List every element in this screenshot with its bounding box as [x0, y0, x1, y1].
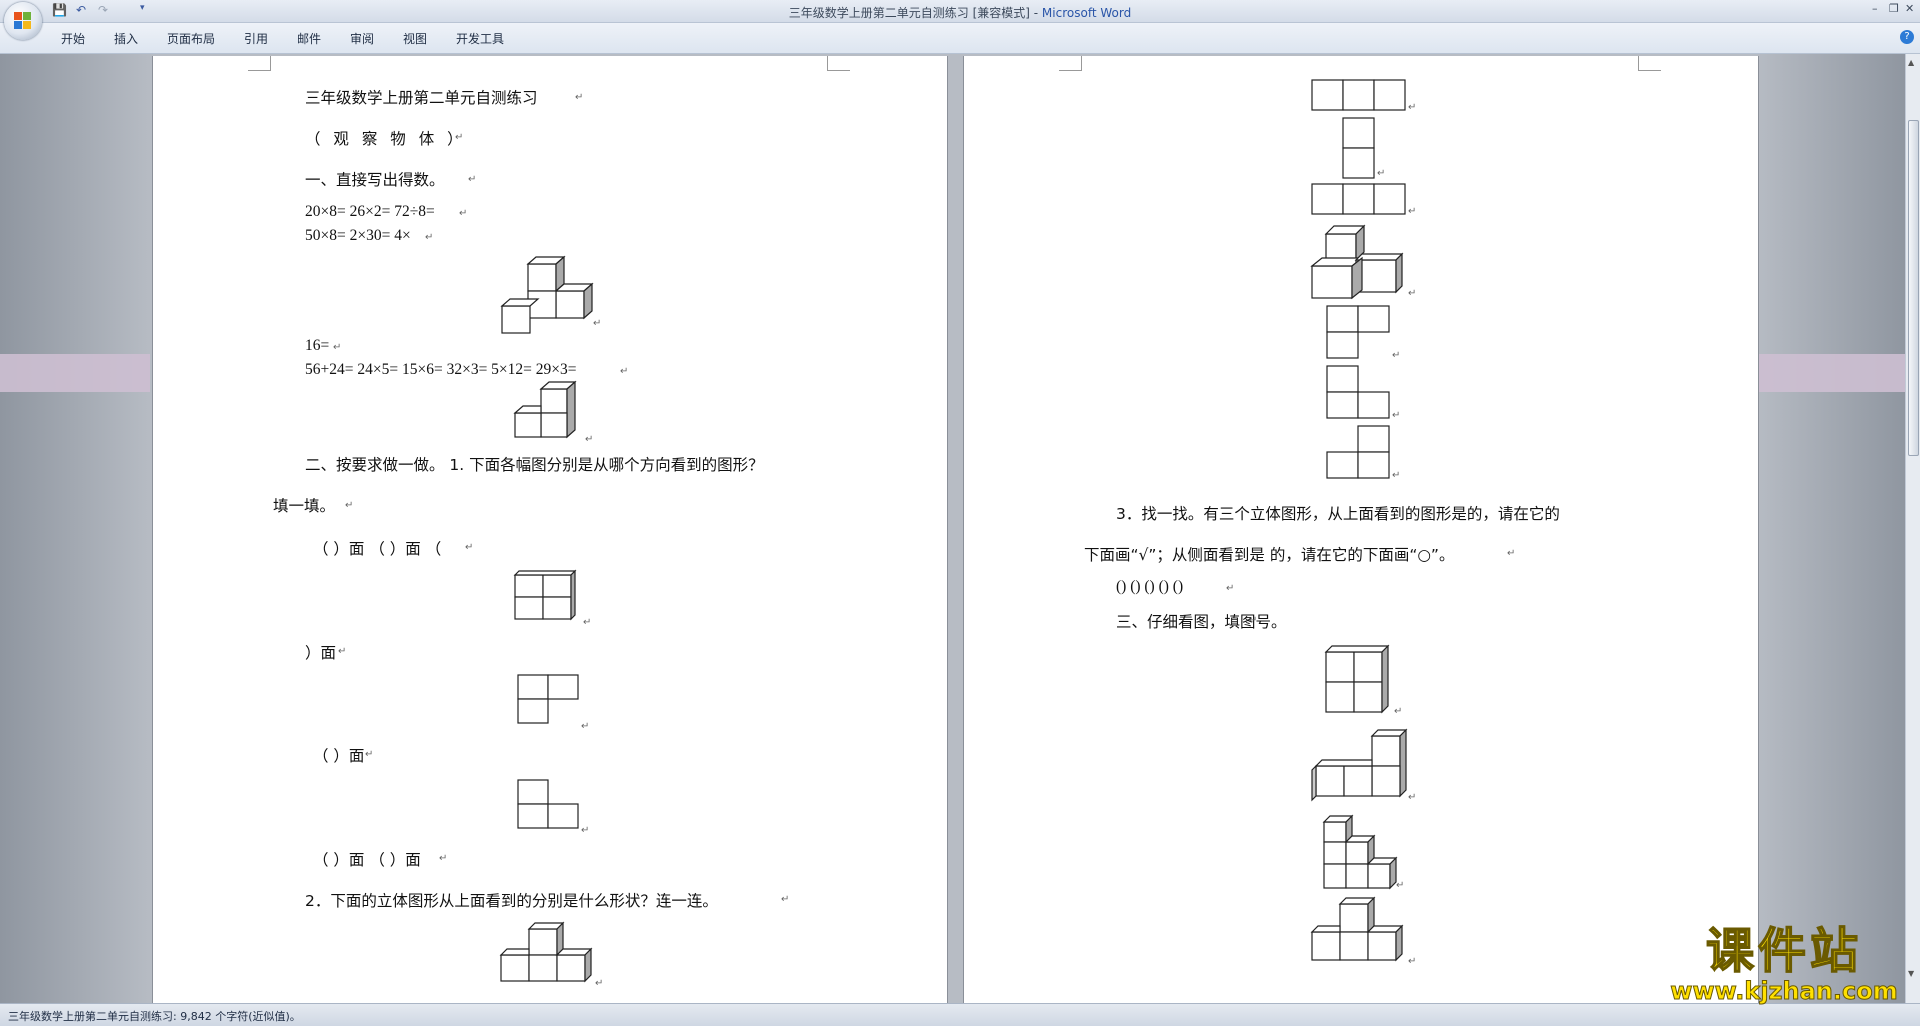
fill-instruction: 填一填。 [273, 497, 336, 515]
watermark-title: 课件站 [1705, 923, 1862, 979]
paragraph-mark: ↵ [781, 894, 790, 905]
paragraph-mark: ↵ [1394, 706, 1403, 717]
cube-figure-k [1310, 896, 1404, 962]
window-title: 三年级数学上册第二单元自测练习 [兼容模式] - Microsoft Word [0, 4, 1920, 21]
tab-references[interactable]: 引用 [244, 30, 268, 47]
blank-line-3: （ ）面 [313, 747, 365, 765]
view-figure-e [517, 779, 579, 829]
workspace-band-left [0, 354, 150, 392]
margin-mark [827, 56, 850, 71]
blank-line-1: （ ）面 （ ）面 （ [313, 540, 442, 558]
doc-title: 三年级数学上册第二单元自测练习 [305, 89, 538, 107]
question-2: 2．下面的立体图形从上面看到的分别是什么形状？连一连。 [305, 892, 718, 910]
tab-home[interactable]: 开始 [61, 30, 85, 47]
page-2[interactable]: ↵ ↵ ↵ ↵ ↵ ↵ ↵ 3．找一找。有三个立体图形，从上面看到的图形是的，请… [963, 56, 1759, 1003]
tab-developer[interactable]: 开发工具 [456, 30, 504, 47]
paragraph-mark: ↵ [1408, 102, 1417, 113]
tab-mailings[interactable]: 邮件 [297, 30, 321, 47]
doc-subtitle: （ 观 察 物 体 ） [305, 130, 467, 148]
paragraph-mark: ↵ [1249, 615, 1258, 626]
paragraph-mark: ↵ [1408, 956, 1417, 967]
tab-review[interactable]: 审阅 [350, 30, 374, 47]
paragraph-mark: ↵ [1408, 288, 1417, 299]
paragraph-mark: ↵ [425, 232, 434, 243]
restore-icon[interactable]: ❐ [1889, 2, 1899, 15]
view-figure-row3-a [1311, 79, 1406, 111]
calc-line-3: 16= [305, 337, 330, 354]
paragraph-mark: ↵ [1377, 168, 1386, 179]
paragraph-mark: ↵ [581, 825, 590, 836]
calc-line-1: 20×8= 26×2= 72÷8= [305, 203, 435, 220]
paragraph-mark: ↵ [1507, 548, 1516, 559]
calc-line-4: 56+24= 24×5= 15×6= 32×3= 5×12= 29×3= [305, 361, 577, 378]
tab-view[interactable]: 视图 [403, 30, 427, 47]
view-figure-l2 [1326, 365, 1390, 419]
page-1[interactable]: 三年级数学上册第二单元自测练习 ↵ （ 观 察 物 体 ） ↵ 一、直接写出得数… [152, 56, 948, 1003]
paragraph-mark: ↵ [1226, 583, 1235, 594]
paragraph-mark: ↵ [620, 366, 629, 377]
cube-figure-b [513, 380, 577, 439]
cube-figure-i [1311, 728, 1408, 802]
help-icon[interactable]: ? [1900, 30, 1914, 44]
workspace-band-right [1758, 354, 1906, 392]
view-figure-d [517, 674, 579, 724]
paragraph-mark: ↵ [1396, 880, 1405, 891]
view-figure-row3-b [1311, 183, 1406, 215]
paragraph-mark: ↵ [581, 721, 590, 732]
view-figure-l3 [1326, 425, 1390, 479]
paragraph-mark: ↵ [439, 853, 448, 864]
scrollbar-thumb[interactable] [1908, 120, 1919, 456]
paragraph-mark: ↵ [338, 646, 347, 657]
paragraph-mark: ↵ [468, 174, 477, 185]
paragraph-mark: ↵ [1408, 792, 1417, 803]
watermark: 课件站 www.kjzhan.com [1666, 923, 1902, 1006]
status-text: 三年级数学上册第二单元自测练习: 9,842 个字符(近似值)。 [8, 1010, 301, 1023]
view-figure-l1 [1326, 305, 1390, 359]
close-icon[interactable]: ✕ [1905, 2, 1914, 15]
paragraph-mark: ↵ [333, 342, 342, 353]
margin-mark [248, 56, 271, 71]
paragraph-mark: ↵ [1392, 410, 1401, 421]
question-3-blanks: () () () () () [1116, 578, 1184, 595]
margin-mark [1638, 56, 1661, 71]
scroll-up-icon[interactable]: ▲ [1908, 58, 1914, 67]
paragraph-mark: ↵ [575, 92, 584, 103]
office-logo-icon [14, 12, 32, 30]
blank-line-4: （ ）面 （ ）面 [313, 851, 421, 869]
paragraph-mark: ↵ [1392, 350, 1401, 361]
paragraph-mark: ↵ [585, 434, 594, 445]
paragraph-mark: ↵ [593, 318, 602, 329]
tab-insert[interactable]: 插入 [114, 30, 138, 47]
paragraph-mark: ↵ [465, 542, 474, 553]
paragraph-mark: ↵ [583, 617, 592, 628]
cube-figure-g [1310, 224, 1404, 300]
app-name: Microsoft Word [1041, 6, 1132, 20]
paragraph-mark: ↵ [459, 208, 468, 219]
document-title: 三年级数学上册第二单元自测练习 [兼容模式] - [788, 6, 1042, 20]
section-2-heading: 二、按要求做一做。 1. 下面各幅图分别是从哪个方向看到的图形？ [305, 456, 764, 474]
scroll-down-icon[interactable]: ▼ [1908, 969, 1914, 978]
margin-mark [1059, 56, 1082, 71]
question-3-line-1: 3．找一找。有三个立体图形，从上面看到的图形是的，请在它的 [1116, 505, 1560, 523]
ribbon: 开始 插入 页面布局 引用 邮件 审阅 视图 开发工具 ? [0, 23, 1920, 54]
paragraph-mark: ↵ [455, 132, 464, 143]
question-3-line-2: 下面画“√”；从侧面看到是 的，请在它的下面画“○”。 [1084, 546, 1455, 564]
section-3-heading: 三、仔细看图，填图号。 [1116, 613, 1287, 631]
office-button[interactable] [4, 2, 42, 40]
blank-line-2: ）面 [305, 644, 337, 662]
status-bar: 三年级数学上册第二单元自测练习: 9,842 个字符(近似值)。 [0, 1003, 1920, 1026]
minimize-icon[interactable]: – [1872, 2, 1878, 15]
title-bar: 💾 ↶ ↷ ▾ 三年级数学上册第二单元自测练习 [兼容模式] - Microso… [0, 0, 1920, 23]
watermark-url: www.kjzhan.com [1670, 977, 1898, 1006]
paragraph-mark: ↵ [345, 500, 354, 511]
paragraph-mark: ↵ [1392, 470, 1401, 481]
vertical-scrollbar[interactable]: ▲ ▼ [1905, 54, 1920, 1003]
cube-figure-a [500, 255, 594, 334]
calc-line-2: 50×8= 2×30= 4× [305, 227, 411, 244]
tab-page-layout[interactable]: 页面布局 [167, 30, 215, 47]
section-1-heading: 一、直接写出得数。 [305, 171, 445, 189]
paragraph-mark: ↵ [595, 978, 604, 989]
paragraph-mark: ↵ [1408, 206, 1417, 217]
paragraph-mark: ↵ [365, 749, 374, 760]
